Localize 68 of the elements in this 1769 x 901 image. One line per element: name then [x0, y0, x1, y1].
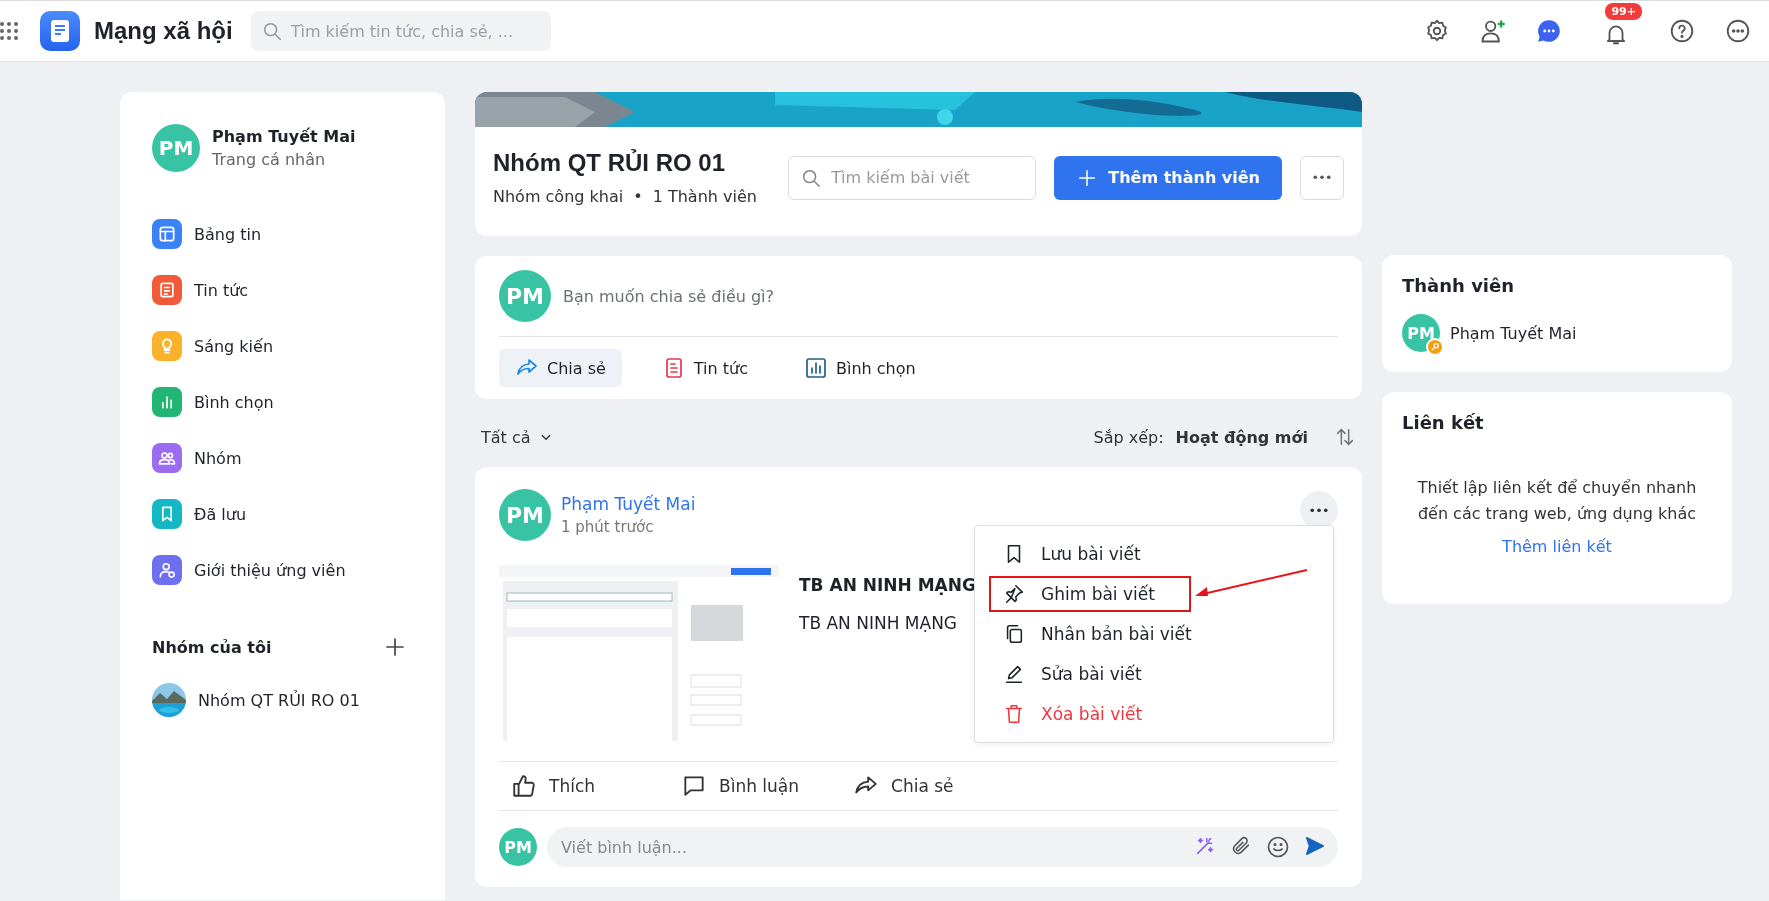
menu-item[interactable]: Ghim bài viết	[975, 574, 1333, 614]
profile-link[interactable]: Trang cá nhân	[212, 150, 356, 169]
post-action-button[interactable]: Chia sẻ	[841, 766, 982, 806]
help-icon	[1669, 18, 1695, 44]
trash-icon	[1003, 703, 1025, 725]
nav-item[interactable]: Tin tức	[140, 262, 425, 318]
add-member-button[interactable]: Thêm thành viên	[1054, 155, 1282, 200]
user-name[interactable]: Phạm Tuyết Mai	[212, 127, 356, 146]
post-input[interactable]: Bạn muốn chia sẻ điều gì?	[561, 285, 1338, 307]
section-title: Nhóm của tôi	[152, 637, 272, 657]
group-privacy: Nhóm công khai	[493, 187, 624, 206]
menu-item[interactable]: Sửa bài viết	[975, 654, 1333, 694]
nav-item[interactable]: Bình chọn	[140, 374, 425, 430]
post-body: TB AN NINH MẠNG	[799, 613, 959, 633]
paperclip-icon	[1230, 835, 1252, 857]
nav-item[interactable]: Đã lưu	[140, 486, 425, 542]
composer-tab[interactable]: Chia sẻ	[499, 349, 622, 387]
nav-item[interactable]: Bảng tin	[140, 206, 425, 262]
pin-icon	[1003, 583, 1025, 605]
magic-wand-icon	[1194, 835, 1216, 857]
member-count: 1 Thành viên	[652, 187, 757, 206]
user-avatar: PM	[499, 828, 537, 866]
app-logo-icon	[40, 11, 80, 51]
group-item[interactable]: Nhóm QT RỦI RO 01	[140, 672, 425, 728]
notification-badge: 99+	[1604, 1, 1643, 21]
bar-chart-icon	[804, 356, 828, 380]
sort-dropdown[interactable]: Hoạt động mới	[1169, 426, 1314, 448]
sort-icon	[1334, 426, 1356, 448]
author-name[interactable]: Phạm Tuyết Mai	[561, 494, 696, 514]
group-name: Nhóm QT RỦI RO 01	[493, 149, 727, 177]
composer-tab[interactable]: Tin tức	[645, 349, 764, 387]
card-title: Thành viên	[1402, 275, 1516, 296]
separator: •	[633, 187, 643, 206]
menu-item[interactable]: Xóa bài viết	[975, 694, 1333, 734]
app-title: Mạng xã hội	[94, 17, 233, 45]
nav-item[interactable]: Nhóm	[140, 430, 425, 486]
dots-icon	[1310, 507, 1328, 513]
post-time: 1 phút trước	[561, 518, 655, 536]
send-icon	[1304, 835, 1326, 857]
post-action-button[interactable]: Thích	[499, 766, 639, 806]
post-action-button[interactable]: Bình luận	[669, 766, 812, 806]
more-icon	[1725, 18, 1751, 44]
post-title: TB AN NINH MẠNG	[799, 575, 976, 595]
search-field[interactable]: Tìm kiếm tin tức, chia sẻ, ...	[250, 11, 551, 51]
filter-dropdown[interactable]: Tất cả	[475, 426, 561, 448]
thumbs-up-icon	[511, 773, 537, 799]
author-avatar: PM	[499, 489, 551, 541]
user-avatar: PM	[499, 270, 551, 322]
card-title: Liên kết	[1402, 412, 1485, 433]
menu-item-label[interactable]: Ghim bài viết	[1041, 584, 1155, 604]
smiley-icon	[1266, 835, 1290, 859]
composer-tab[interactable]: Bình chọn	[788, 349, 932, 387]
sort-label: Sắp xếp:	[1093, 427, 1164, 447]
nav-item[interactable]: Giới thiệu ứng viên	[140, 542, 425, 598]
dots-icon	[1313, 175, 1331, 180]
comment-field[interactable]: Viết bình luận...	[547, 827, 1338, 867]
plus-icon	[383, 635, 407, 659]
empty-state-text: Thiết lập liên kết để chuyển nhanh đến các trang web, ứng dụng khác	[1416, 477, 1698, 525]
add-link-button[interactable]: Thêm liên kết	[1496, 536, 1618, 558]
chat-bubble-icon	[1536, 18, 1563, 44]
pencil-icon	[1003, 663, 1025, 685]
speech-bubble-icon	[681, 773, 707, 799]
menu-item[interactable]: Nhân bản bài viết	[975, 614, 1333, 654]
menu-item[interactable]: Lưu bài viết	[975, 534, 1333, 574]
member-name[interactable]: Phạm Tuyết Mai	[1450, 323, 1577, 343]
nav-item[interactable]: Sáng kiến	[140, 318, 425, 374]
apps-grid-icon[interactable]	[0, 22, 18, 40]
post-search-field[interactable]: Tìm kiếm bài viết	[788, 155, 1037, 200]
